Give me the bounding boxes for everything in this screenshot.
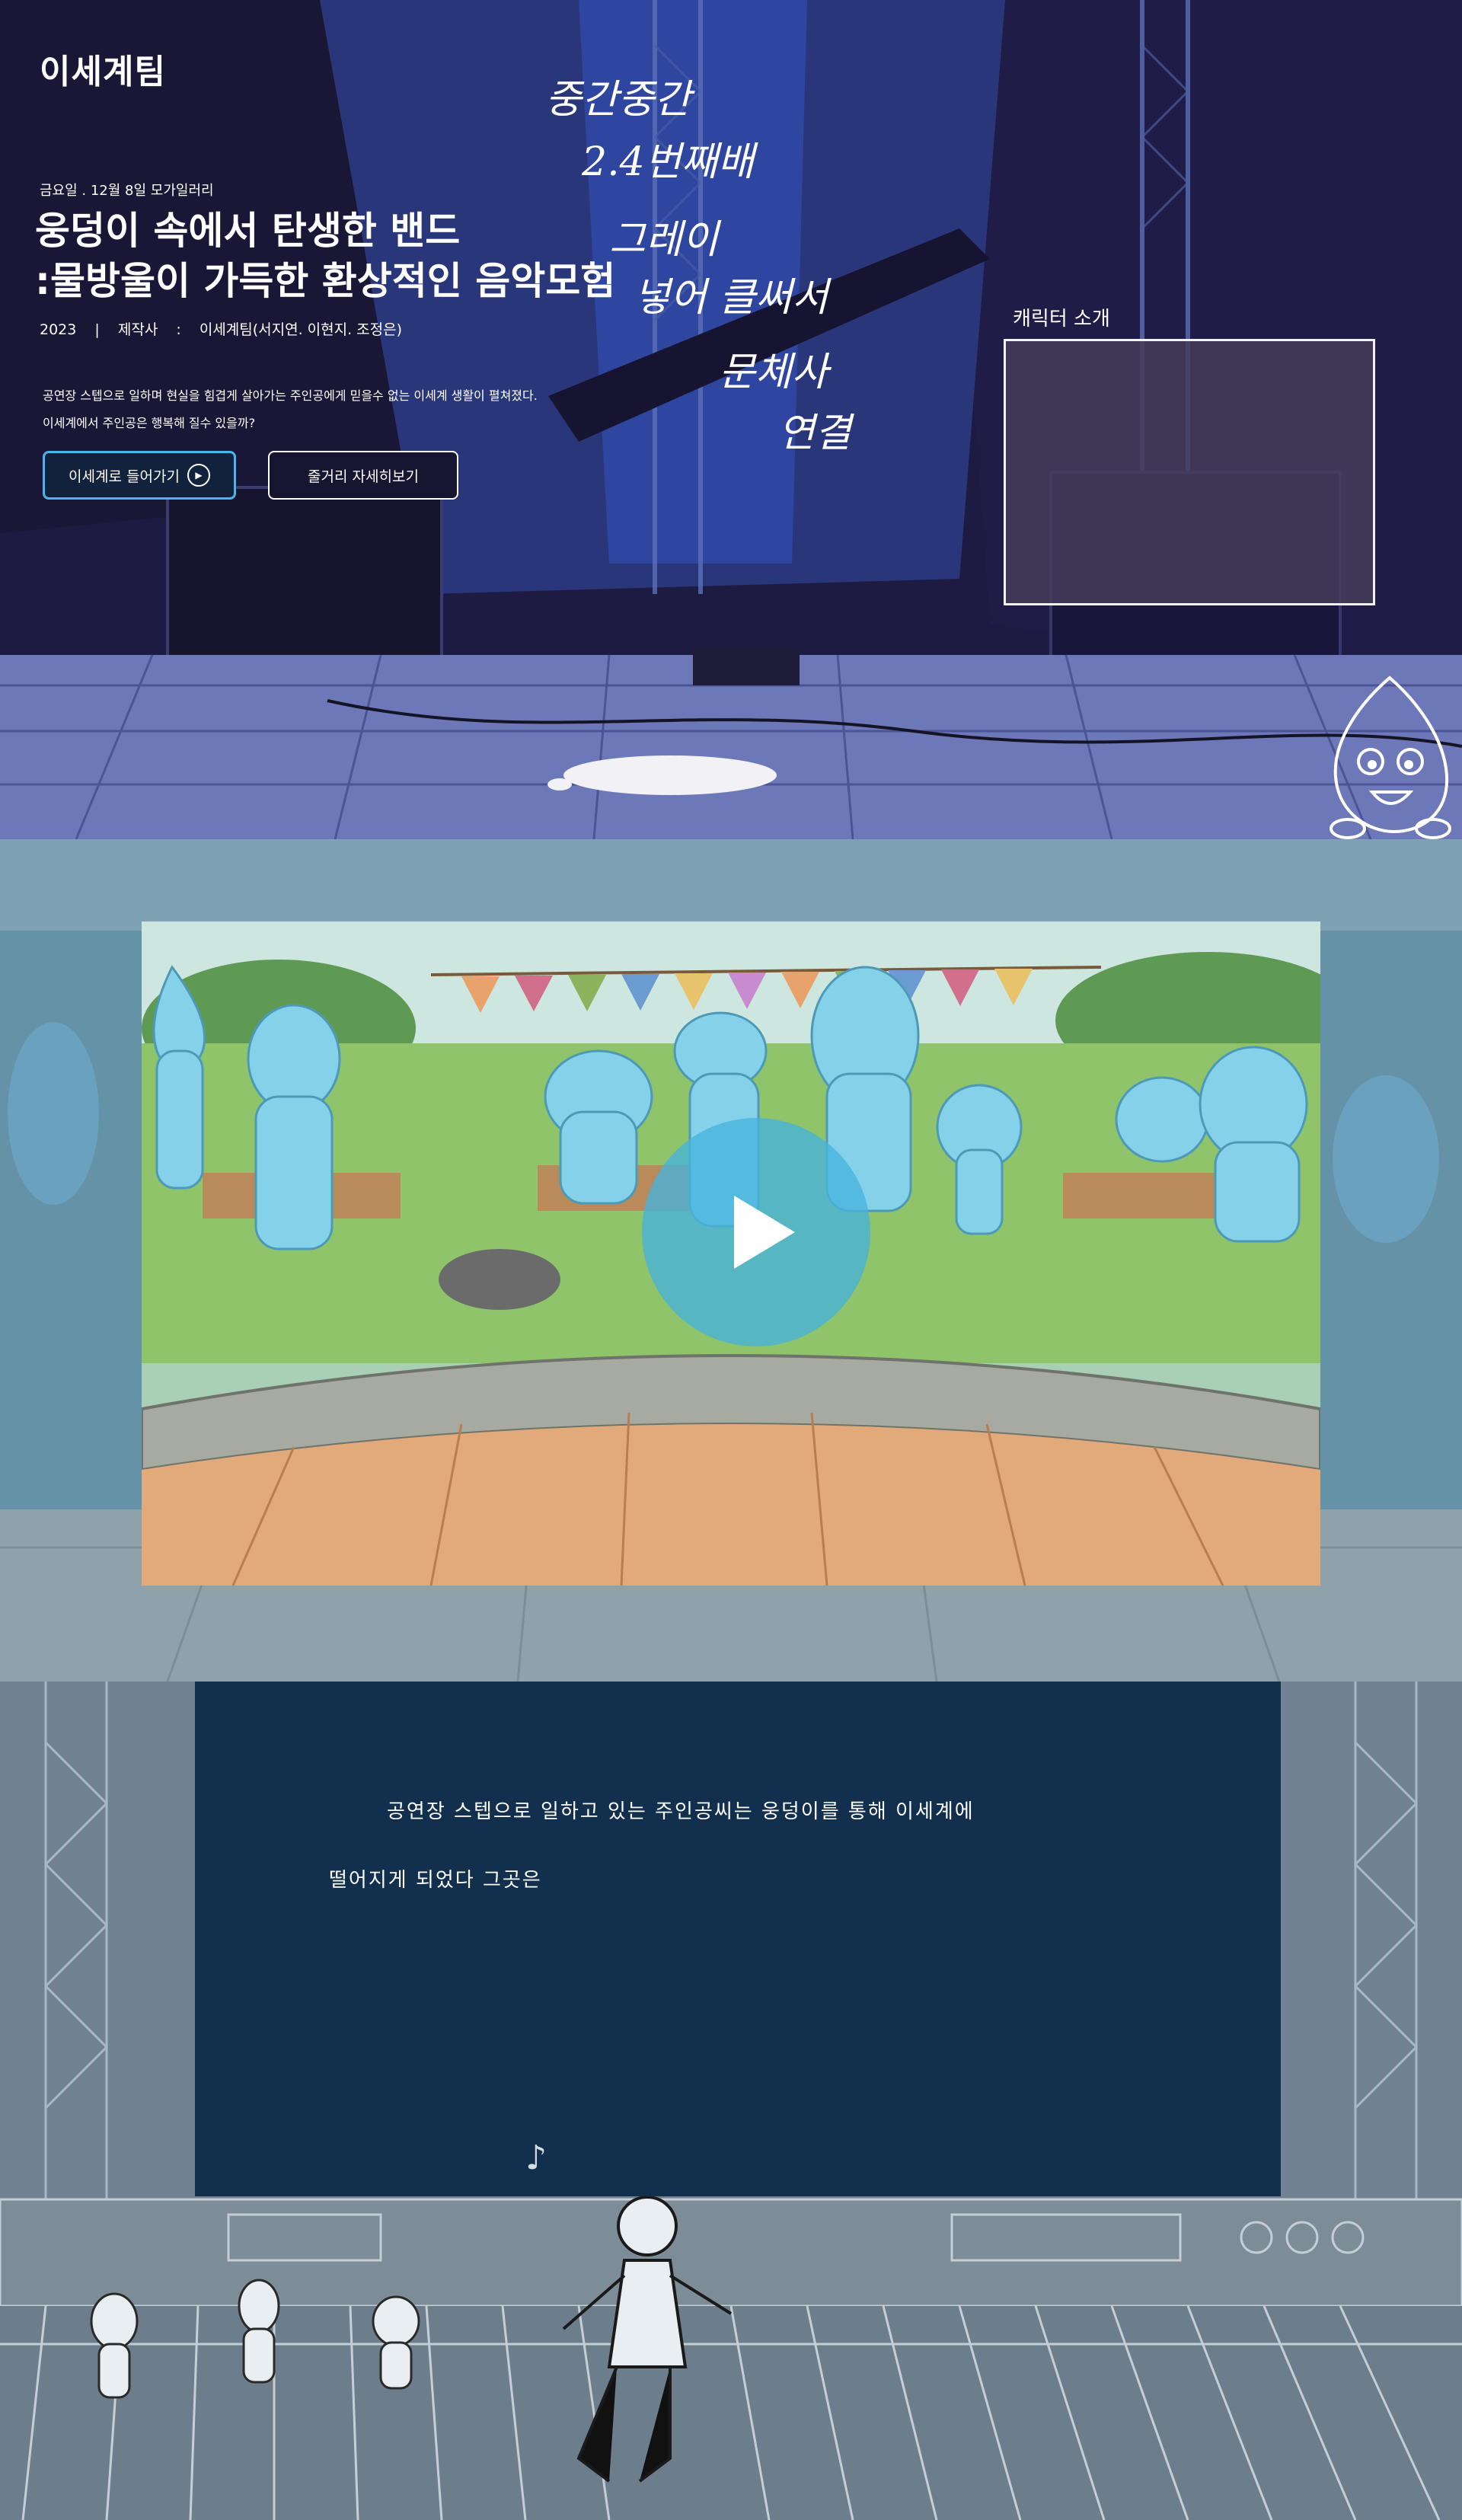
- credits-year: 2023: [40, 321, 77, 338]
- video-play-button[interactable]: [642, 1118, 870, 1346]
- annotation-line-1: 중간중간: [545, 77, 691, 123]
- annotation-line-5: 문체사: [719, 350, 828, 395]
- character-section-label: 캐릭터 소개: [1013, 308, 1110, 331]
- credits-producer-label: 제작사: [117, 321, 158, 338]
- credits-separator: |: [94, 321, 100, 338]
- annotation-line-4: 넣어 클써서: [634, 275, 828, 321]
- annotation-line-3: 그레이: [609, 217, 719, 263]
- story-section: 공연장 스텝으로 일하고 있는 주인공씨는 웅덩이를 통해 이세계에 떨어지게 …: [0, 1682, 1462, 2520]
- play-circle-icon: ▶: [187, 464, 210, 487]
- enter-world-button[interactable]: 이세계로 들어가기 ▶: [43, 451, 236, 500]
- page-title: 웅덩이 속에서 탄생한 밴드 :물방울이 가득한 환상적인 음악모험: [35, 209, 616, 303]
- annotation-line-6: 연결: [778, 410, 851, 456]
- music-note-icon: ♪: [525, 2138, 547, 2177]
- play-icon: [734, 1196, 795, 1269]
- release-date: 금요일 . 12월 8일 모가일러리: [40, 183, 214, 199]
- story-panel: [195, 1682, 1281, 2196]
- story-detail-button[interactable]: 줄거리 자세히보기: [268, 451, 458, 500]
- synopsis: 공연장 스텝으로 일하며 현실을 힘겹게 살아가는 주인공에게 믿을수 없는 이…: [43, 388, 538, 430]
- annotation-line-2: 2.4번째배: [582, 139, 755, 185]
- brand-logo[interactable]: 이세계팀: [40, 44, 166, 93]
- credits: 2023 | 제작사 : 이세계팀(서지연. 이현지. 조정은): [40, 318, 416, 339]
- droplet-mascot-icon: [1330, 676, 1451, 839]
- credits-producer: 이세계팀(서지연. 이현지. 조정은): [199, 321, 403, 338]
- enter-world-label: 이세계로 들어가기: [69, 468, 180, 485]
- story-text-line-1: 공연장 스텝으로 일하고 있는 주인공씨는 웅덩이를 통해 이세계에: [387, 1800, 975, 1823]
- story-detail-label: 줄거리 자세히보기: [308, 468, 419, 485]
- hero-section: 이세계팀 금요일 . 12월 8일 모가일러리 웅덩이 속에서 탄생한 밴드 :…: [0, 0, 1462, 839]
- character-intro-box[interactable]: [1004, 339, 1375, 605]
- credits-colon: :: [176, 321, 181, 338]
- story-text-line-2: 떨어지게 되었다 그곳은: [329, 1869, 542, 1892]
